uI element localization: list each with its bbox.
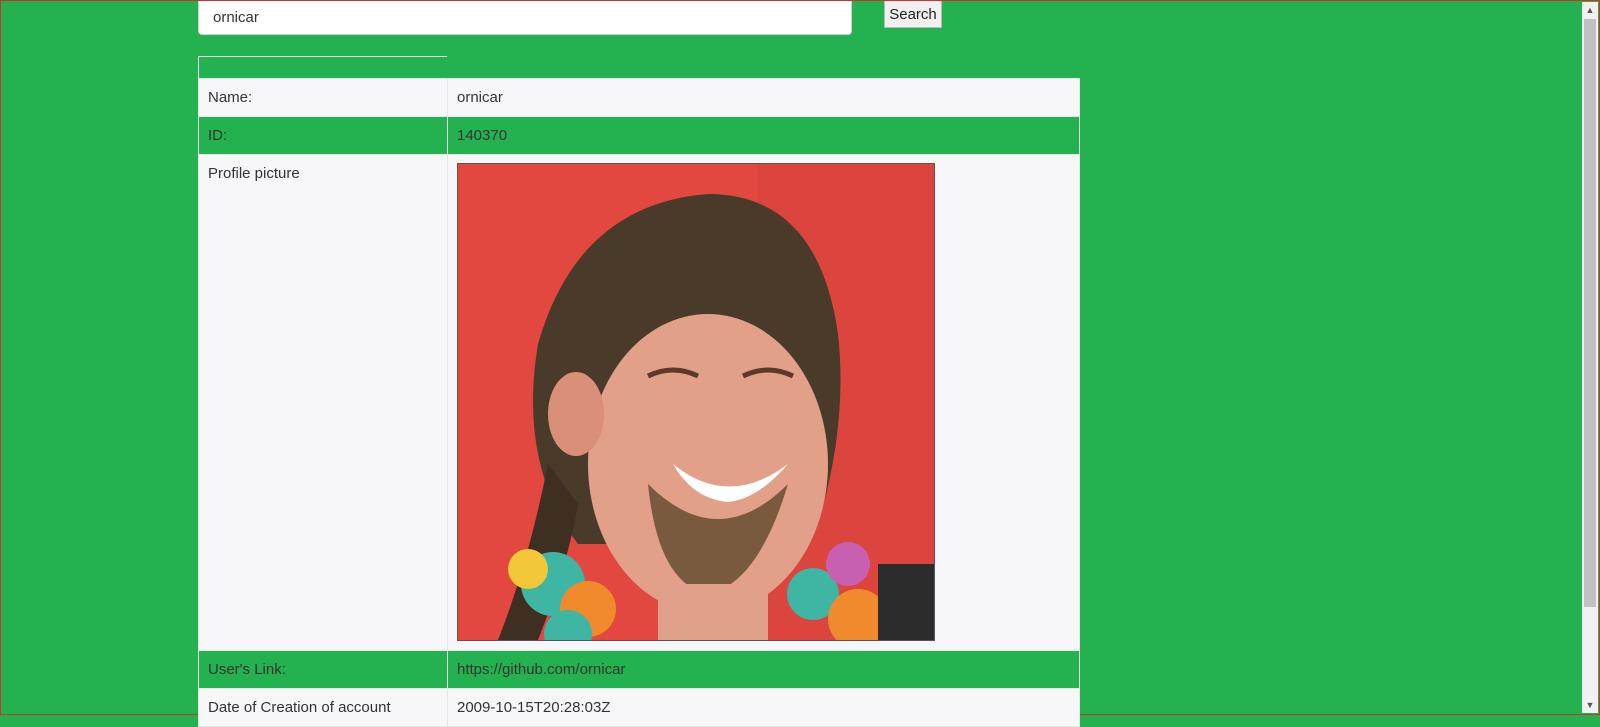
user-link[interactable]: https://github.com/ornicar — [447, 650, 1080, 689]
picture-label: Profile picture — [198, 154, 448, 651]
id-label: ID: — [198, 116, 448, 155]
created-label: Date of Creation of account — [198, 688, 448, 727]
table-header-edge — [198, 56, 199, 78]
search-input[interactable] — [198, 1, 852, 35]
profile-table: Name: ornicar ID: 140370 Profile picture — [198, 78, 1080, 727]
name-label: Name: — [198, 78, 448, 117]
scroll-up-arrow-icon[interactable]: ▲ — [1582, 2, 1598, 18]
profile-avatar — [457, 163, 935, 641]
created-value: 2009-10-15T20:28:03Z — [447, 688, 1080, 727]
table-header-divider — [198, 56, 447, 57]
avatar-photo — [458, 164, 934, 640]
scroll-down-arrow-icon[interactable]: ▼ — [1582, 697, 1598, 713]
table-row-link: User's Link: https://github.com/ornicar — [198, 650, 1080, 689]
search-button[interactable]: Search — [884, 1, 942, 28]
picture-cell — [447, 154, 1080, 651]
table-row-name: Name: ornicar — [198, 78, 1080, 117]
link-label: User's Link: — [198, 650, 448, 689]
table-row-id: ID: 140370 — [198, 116, 1080, 155]
scroll-thumb[interactable] — [1584, 19, 1596, 607]
table-row-picture: Profile picture — [198, 154, 1080, 651]
id-value: 140370 — [447, 116, 1080, 155]
table-row-created: Date of Creation of account 2009-10-15T2… — [198, 688, 1080, 727]
name-value: ornicar — [447, 78, 1080, 117]
vertical-scrollbar[interactable]: ▲ ▼ — [1582, 2, 1598, 713]
